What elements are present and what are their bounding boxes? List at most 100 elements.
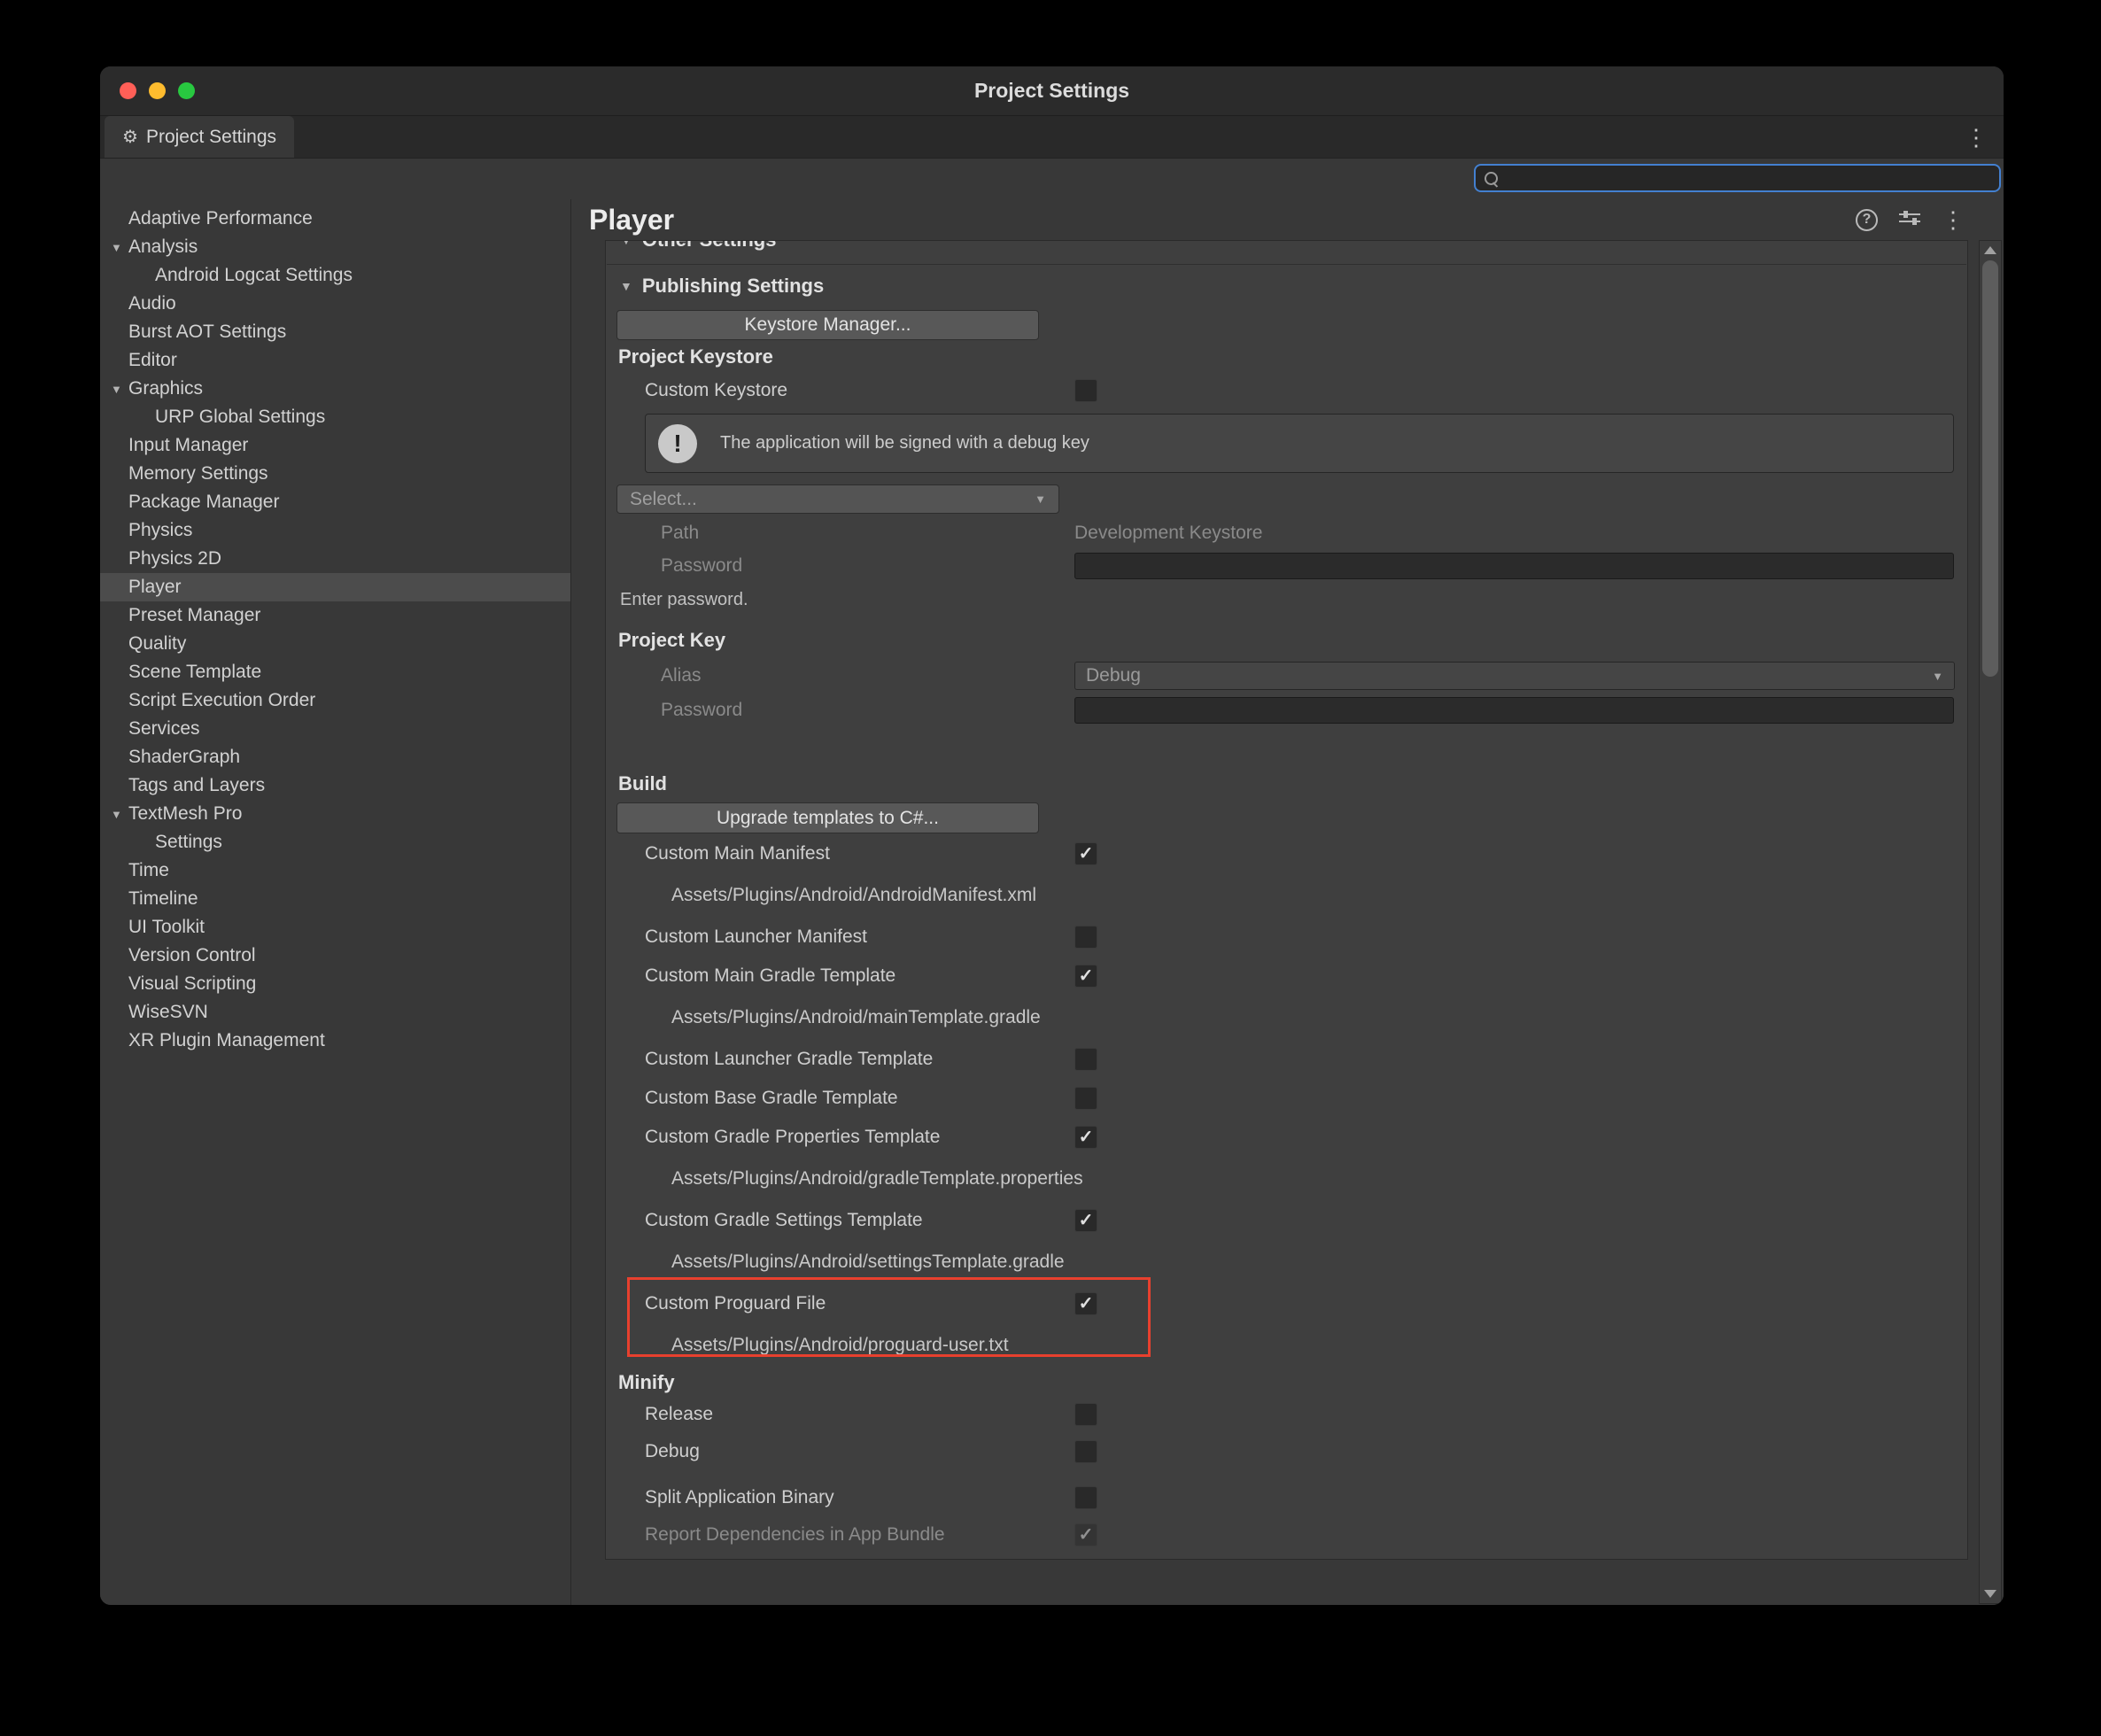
custom-keystore-checkbox[interactable] [1074,379,1097,402]
sidebar-item-settings[interactable]: Settings [100,828,570,856]
scroll-up-arrow-icon[interactable] [1984,246,1996,254]
keystore-manager-button[interactable]: Keystore Manager... [616,310,1039,340]
sidebar-item-burst-aot-settings[interactable]: Burst AOT Settings [100,318,570,346]
setting-label: Custom Launcher Gradle Template [645,1049,933,1070]
settings-panel: ▼ Other Settings ▼ Publishing Settings K… [605,240,1968,1560]
keystore-select-dropdown[interactable]: Select... ▼ [616,484,1059,514]
custom-base-gradle-template-checkbox[interactable] [1074,1087,1097,1110]
vertical-scrollbar[interactable] [1979,240,2002,1604]
sidebar-item-audio[interactable]: Audio [100,290,570,318]
setting-label: Split Application Binary [645,1487,834,1508]
release-checkbox[interactable] [1074,1403,1097,1426]
sidebar-item-memory-settings[interactable]: Memory Settings [100,460,570,488]
dropdown-value: Debug [1086,665,1141,686]
search-input[interactable] [1505,167,1990,189]
custom-proguard-file-checkbox[interactable]: ✓ [1074,1292,1097,1315]
path-text: Assets/Plugins/Android/AndroidManifest.x… [671,885,1036,906]
sidebar-item-player[interactable]: Player [100,573,570,601]
section-publishing-settings[interactable]: ▼ Publishing Settings [620,275,824,298]
sidebar-item-package-manager[interactable]: Package Manager [100,488,570,516]
scrollbar-thumb[interactable] [1982,260,1998,677]
sidebar-item-time[interactable]: Time [100,856,570,885]
warning-icon: ! [658,424,697,463]
custom-launcher-manifest-checkbox[interactable] [1074,926,1097,949]
upgrade-templates-button[interactable]: Upgrade templates to C#... [616,802,1039,833]
sidebar-item-label: Player [128,577,182,598]
sidebar-item-input-manager[interactable]: Input Manager [100,431,570,460]
tab-menu-button[interactable]: ⋮ [1965,116,1988,158]
sidebar-item-xr-plugin-management[interactable]: XR Plugin Management [100,1027,570,1055]
foldout-arrow-icon: ▼ [620,240,632,247]
sidebar-item-visual-scripting[interactable]: Visual Scripting [100,970,570,998]
sidebar-item-script-execution-order[interactable]: Script Execution Order [100,686,570,715]
setting-row-release: Release [606,1396,1967,1433]
traffic-lights [120,66,195,115]
sidebar-item-services[interactable]: Services [100,715,570,743]
project-settings-window: Project Settings ⚙ Project Settings ⋮ Ad… [100,66,2004,1605]
foldout-arrow-icon[interactable]: ▼ [111,808,122,821]
setting-row-custom-base-gradle-template: Custom Base Gradle Template [606,1079,1967,1118]
foldout-arrow-icon[interactable]: ▼ [111,383,122,396]
custom-main-manifest-checkbox[interactable]: ✓ [1074,842,1097,865]
setting-path-row: Assets/Plugins/Android/proguard-user.txt [606,1323,1967,1368]
info-message: The application will be signed with a de… [720,433,1089,453]
sidebar-item-quality[interactable]: Quality [100,630,570,658]
setting-label: Custom Keystore [645,380,787,401]
chevron-down-icon: ▼ [1035,492,1046,506]
window-title: Project Settings [974,79,1129,103]
alias-dropdown: Debug ▼ [1074,662,1955,690]
sidebar-item-graphics[interactable]: ▼Graphics [100,375,570,403]
split-application-binary-checkbox[interactable] [1074,1486,1097,1509]
custom-launcher-gradle-template-checkbox[interactable] [1074,1048,1097,1071]
sidebar-item-ui-toolkit[interactable]: UI Toolkit [100,913,570,942]
password-label: Password [661,700,742,721]
key-password-field [1074,697,1954,724]
toolbar [100,159,2004,199]
custom-gradle-settings-template-checkbox[interactable]: ✓ [1074,1209,1097,1232]
foldout-arrow-icon[interactable]: ▼ [111,241,122,254]
sidebar-item-adaptive-performance[interactable]: Adaptive Performance [100,205,570,233]
sidebar-item-analysis[interactable]: ▼Analysis [100,233,570,261]
close-window-button[interactable] [120,82,136,99]
sidebar-item-wisesvn[interactable]: WiseSVN [100,998,570,1027]
zoom-window-button[interactable] [178,82,195,99]
sidebar-item-physics[interactable]: Physics [100,516,570,545]
minimize-window-button[interactable] [149,82,166,99]
sidebar-item-timeline[interactable]: Timeline [100,885,570,913]
sidebar-item-label: Timeline [128,888,198,910]
sidebar-item-tags-and-layers[interactable]: Tags and Layers [100,771,570,800]
tab-project-settings[interactable]: ⚙ Project Settings [105,116,294,158]
help-icon[interactable]: ? [1856,209,1878,231]
keystore-password-field [1074,553,1954,579]
sidebar-item-label: Editor [128,350,177,371]
section-label: Other Settings [642,240,777,252]
tab-bar: ⚙ Project Settings ⋮ [100,116,2004,159]
sidebar-item-preset-manager[interactable]: Preset Manager [100,601,570,630]
sidebar-item-android-logcat-settings[interactable]: Android Logcat Settings [100,261,570,290]
debug-checkbox[interactable] [1074,1440,1097,1463]
sidebar-item-label: Tags and Layers [128,775,265,796]
context-menu-icon[interactable]: ⋮ [1942,208,1965,231]
sidebar-item-scene-template[interactable]: Scene Template [100,658,570,686]
settings-sidebar: Adaptive Performance▼AnalysisAndroid Log… [100,199,571,1605]
sidebar-item-label: Preset Manager [128,605,260,626]
sidebar-item-urp-global-settings[interactable]: URP Global Settings [100,403,570,431]
sidebar-item-physics-2d[interactable]: Physics 2D [100,545,570,573]
setting-path-row: Assets/Plugins/Android/mainTemplate.grad… [606,996,1967,1040]
sidebar-item-textmesh-pro[interactable]: ▼TextMesh Pro [100,800,570,828]
sidebar-item-shadergraph[interactable]: ShaderGraph [100,743,570,771]
scroll-down-arrow-icon[interactable] [1984,1590,1996,1598]
sidebar-item-label: Quality [128,633,186,655]
alias-label: Alias [661,665,702,686]
sidebar-item-label: UI Toolkit [128,917,205,938]
sidebar-item-version-control[interactable]: Version Control [100,942,570,970]
section-other-settings[interactable]: ▼ Other Settings [620,240,776,252]
keystore-path-row: Path Development Keystore [606,520,1967,546]
sidebar-item-editor[interactable]: Editor [100,346,570,375]
custom-gradle-properties-template-checkbox[interactable]: ✓ [1074,1126,1097,1149]
chevron-down-icon: ▼ [1932,670,1943,683]
custom-main-gradle-template-checkbox[interactable]: ✓ [1074,965,1097,988]
search-box[interactable] [1474,164,2001,192]
setting-row-custom-gradle-properties-template: Custom Gradle Properties Template✓ [606,1118,1967,1157]
preset-icon[interactable] [1897,207,1922,233]
